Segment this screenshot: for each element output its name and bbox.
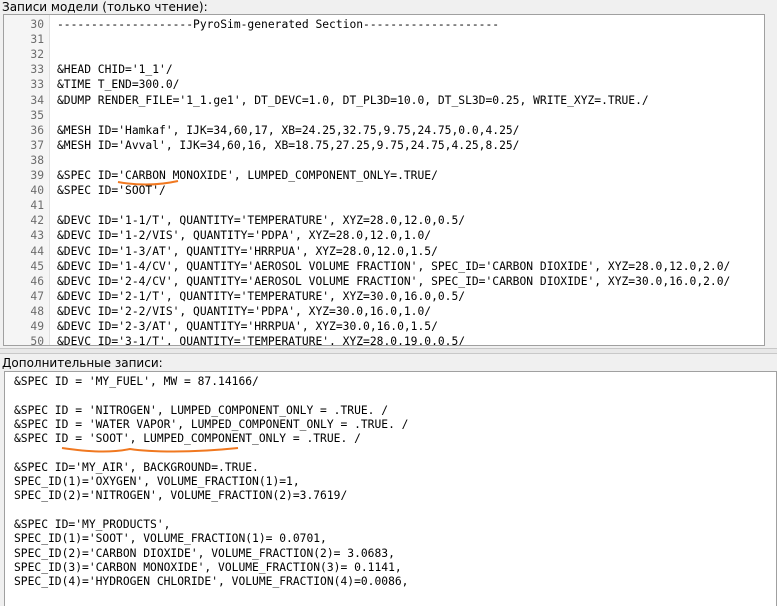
line-number: 45 (30, 259, 44, 273)
model-records-editor[interactable]: 30 --------------------PyroSim-generated … (3, 14, 765, 346)
line-number: 43 (30, 229, 44, 243)
line-number: 30 (30, 18, 44, 31)
additional-code-line: &SPEC ID='MY_PRODUCTS', (14, 518, 171, 531)
line-number: 39 (30, 169, 44, 182)
code-text: &DEVC ID='1-2/VIS', QUANTITY='PDPA', XYZ… (57, 229, 432, 243)
code-text: &DEVC ID='1-3/AT', QUANTITY='HRRPUA', XY… (57, 244, 438, 258)
line-number: 38 (30, 153, 44, 167)
code-text: &MESH ID='Hamkaf', IJK=34,60,17, XB=24.2… (57, 123, 520, 137)
line-number: 35 (30, 108, 44, 122)
additional-code-line: &SPEC ID = 'WATER VAPOR', LUMPED_COMPONE… (14, 417, 409, 431)
code-text: &SPEC ID='SOOT'/ (57, 184, 166, 198)
line-number: 49 (30, 320, 44, 333)
line-number: 42 (30, 214, 44, 228)
additional-records-editor[interactable]: &SPEC ID = 'MY_FUEL', MW = 87.14166/ &SPE… (4, 371, 777, 606)
line-number: 32 (30, 48, 44, 62)
additional-code-line: SPEC_ID(3)='CARBON MONOXIDE', VOLUME_FRA… (14, 560, 402, 574)
additional-code-line: SPEC_ID(2)='CARBON DIOXIDE', VOLUME_FRAC… (14, 546, 395, 560)
code-text: &SPEC ID='CARBON MONOXIDE', LUMPED_COMPO… (57, 169, 438, 182)
code-text: &DEVC ID='2-1/T', QUANTITY='TEMPERATURE'… (57, 289, 466, 303)
line-number: 50 (30, 335, 44, 346)
line-number: 40 (30, 184, 44, 198)
additional-code-line: SPEC_ID(1)='SOOT', VOLUME_FRACTION(1)= 0… (14, 532, 327, 546)
code-text: &DEVC ID='1-1/T', QUANTITY='TEMPERATURE'… (57, 214, 466, 228)
line-number: 33 (30, 78, 44, 92)
code-text: &TIME T_END=300.0/ (57, 78, 180, 92)
line-number: 37 (30, 138, 44, 152)
code-text: &MESH ID='Avval', IJK=34,60,16, XB=18.75… (57, 138, 520, 152)
line-number: 31 (30, 33, 44, 47)
model-records-label: Записи модели (только чтение): (2, 0, 208, 14)
additional-code-line: SPEC_ID(1)='OXYGEN', VOLUME_FRACTION(1)=… (14, 475, 300, 489)
line-number: 34 (30, 93, 44, 107)
line-number: 44 (30, 244, 44, 258)
additional-code-line: &SPEC ID = 'MY_FUEL', MW = 87.14166/ (14, 375, 259, 388)
line-number: 47 (30, 289, 44, 303)
code-text: --------------------PyroSim-generated Se… (57, 18, 500, 31)
line-number: 46 (30, 274, 44, 288)
code-text: &DUMP RENDER_FILE='1_1.ge1', DT_DEVC=1.0… (57, 93, 649, 107)
code-text: &DEVC ID='3-1/T', QUANTITY='TEMPERATURE'… (57, 335, 466, 346)
additional-records-label: Дополнительные записи: (2, 356, 163, 370)
additional-code-line: SPEC_ID(2)='NITROGEN', VOLUME_FRACTION(2… (14, 489, 348, 503)
code-text: &DEVC ID='2-3/AT', QUANTITY='HRRPUA', XY… (57, 320, 438, 333)
code-text: &DEVC ID='2-4/CV', QUANTITY='AEROSOL VOL… (57, 274, 731, 288)
additional-code-line: &SPEC ID = 'NITROGEN', LUMPED_COMPONENT_… (14, 403, 389, 417)
additional-code-line: &SPEC ID='MY_AIR', BACKGROUND=.TRUE. (14, 460, 259, 474)
additional-code-line: SPEC_ID(4)='HYDROGEN CHLORIDE', VOLUME_F… (14, 575, 409, 589)
code-text: &HEAD CHID='1_1'/ (57, 63, 173, 77)
additional-code-line: &SPEC ID = 'SOOT', LUMPED_COMPONENT_ONLY… (14, 432, 361, 446)
line-number: 41 (30, 199, 44, 213)
line-number: 36 (30, 123, 44, 137)
code-text: &DEVC ID='1-4/CV', QUANTITY='AEROSOL VOL… (57, 259, 731, 273)
panel-splitter[interactable] (0, 348, 777, 354)
line-number: 33 (30, 63, 44, 77)
code-text: &DEVC ID='2-2/VIS', QUANTITY='PDPA', XYZ… (57, 304, 432, 318)
vertical-scrollbar[interactable] (765, 14, 777, 346)
line-number: 48 (30, 304, 44, 318)
